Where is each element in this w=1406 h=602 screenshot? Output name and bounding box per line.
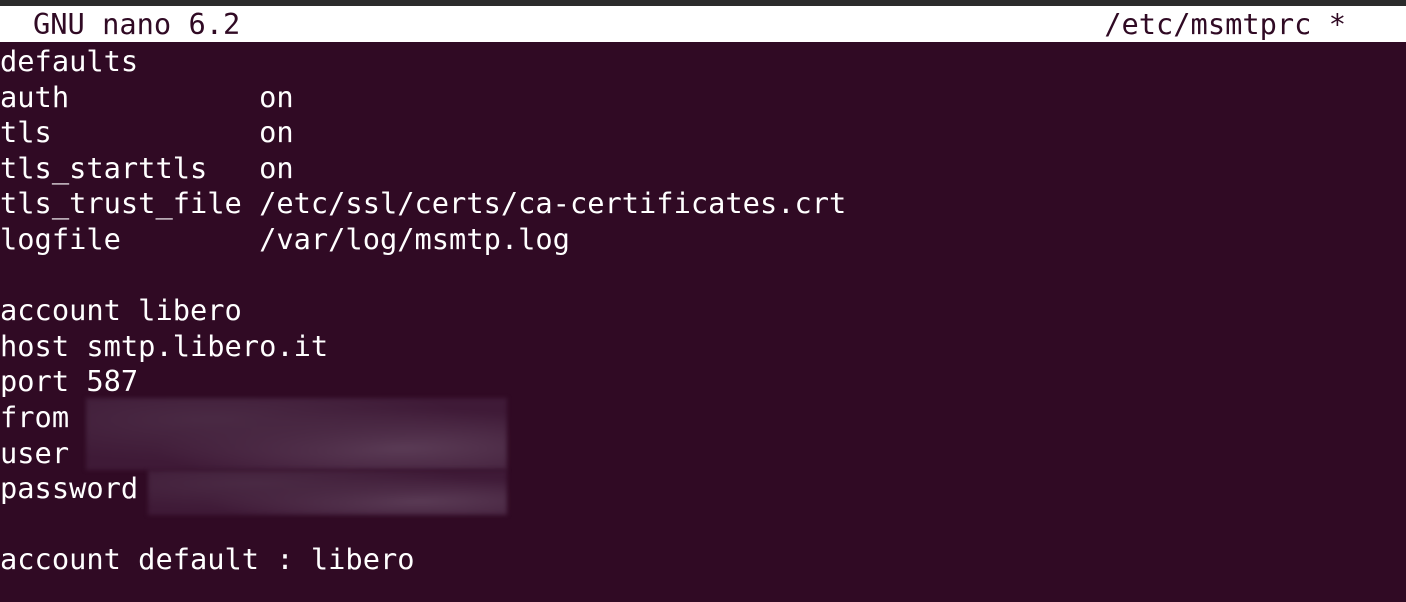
- nano-version: GNU nano 6.2: [33, 7, 241, 41]
- nano-title-bar: GNU nano 6.2 /etc/msmtprc *: [0, 6, 1406, 42]
- redacted-password-blur: [148, 470, 507, 515]
- file-name: /etc/msmtprc *: [1104, 7, 1346, 41]
- editor-line[interactable]: tls_trust_file /etc/ssl/certs/ca-certifi…: [0, 186, 1406, 222]
- editor-line[interactable]: auth on: [0, 80, 1406, 116]
- editor-line[interactable]: logfile /var/log/msmtp.log: [0, 222, 1406, 258]
- editor-line[interactable]: tls_starttls on: [0, 151, 1406, 187]
- editor-line[interactable]: account default : libero: [0, 542, 1406, 578]
- editor-line[interactable]: tls on: [0, 115, 1406, 151]
- editor-line[interactable]: [0, 258, 1406, 294]
- editor-line[interactable]: port 587: [0, 364, 1406, 400]
- editor-line[interactable]: host smtp.libero.it: [0, 329, 1406, 365]
- editor-line[interactable]: defaults: [0, 44, 1406, 80]
- redacted-from-user-blur: [86, 398, 507, 470]
- editor-line[interactable]: account libero: [0, 293, 1406, 329]
